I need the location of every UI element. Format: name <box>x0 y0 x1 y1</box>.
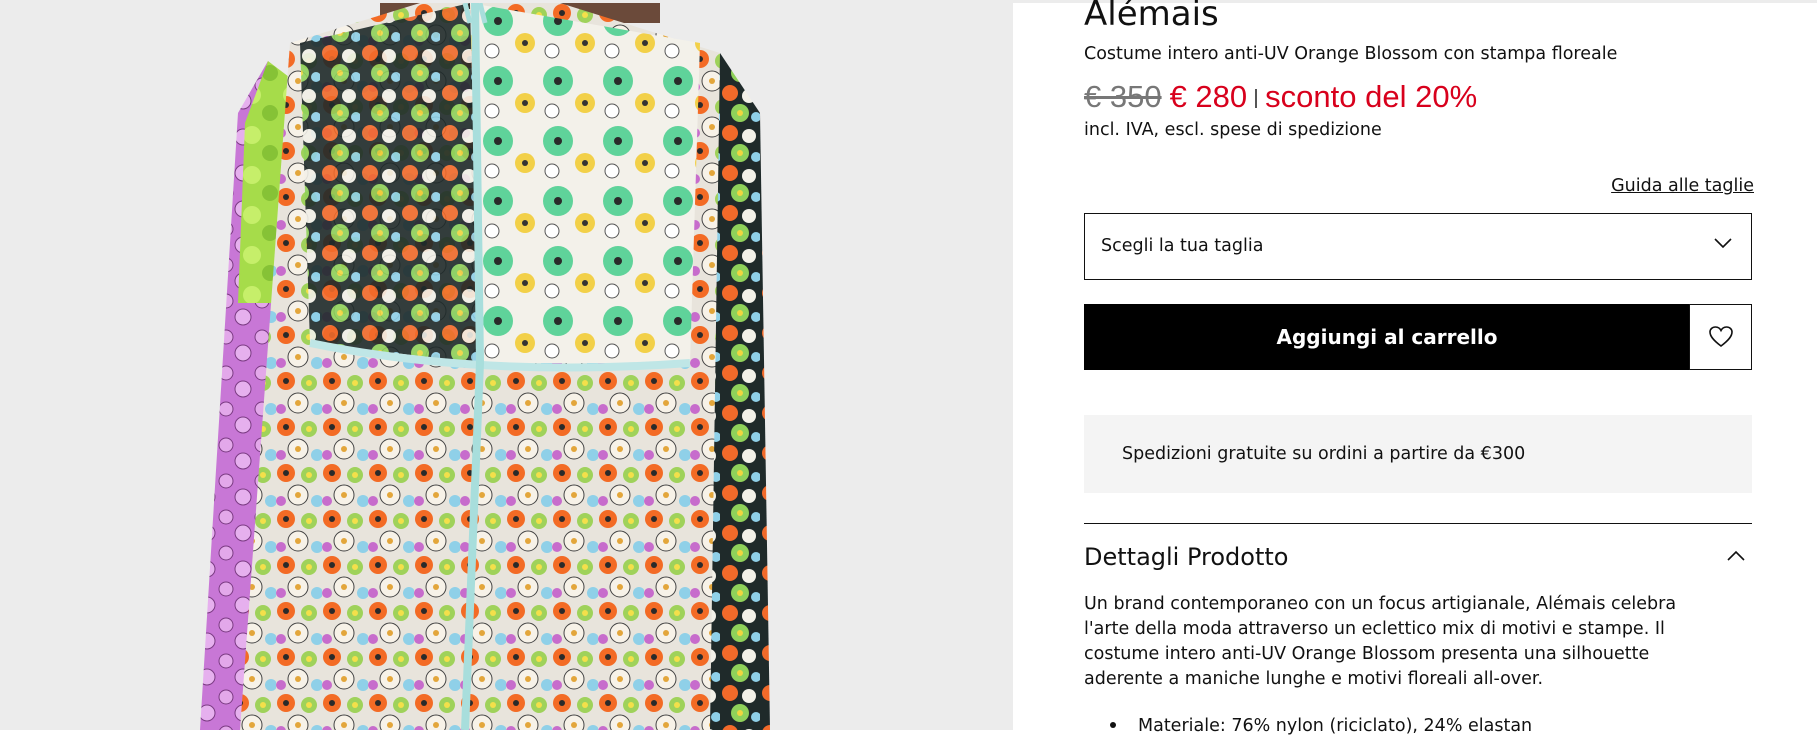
product-info-panel: Alémais Costume intero anti-UV Orange Bl… <box>1084 0 1754 736</box>
brand-name[interactable]: Alémais <box>1084 0 1219 36</box>
price-row: € 350 € 280 sconto del 20% <box>1084 78 1477 116</box>
discount-label: sconto del 20% <box>1265 79 1478 114</box>
size-selector-label: Scegli la tua taglia <box>1101 236 1264 256</box>
sale-price: € 280 <box>1169 79 1248 114</box>
product-image <box>0 3 1013 730</box>
bullet-dot <box>1110 722 1116 728</box>
details-list-item: Materiale: 76% nylon (riciclato), 24% el… <box>1084 714 1532 738</box>
product-title: Costume intero anti-UV Orange Blossom co… <box>1084 44 1618 64</box>
shipping-banner: Spedizioni gratuite su ordini a partire … <box>1084 415 1752 493</box>
tax-note: incl. IVA, escl. spese di spedizione <box>1084 120 1382 140</box>
size-guide-link[interactable]: Guida alle taglie <box>1611 174 1754 198</box>
add-to-cart-button[interactable]: Aggiungi al carrello <box>1084 304 1690 370</box>
size-selector[interactable]: Scegli la tua taglia <box>1084 213 1752 280</box>
shipping-text: Spedizioni gratuite su ordini a partire … <box>1122 444 1526 464</box>
chevron-down-icon <box>1714 238 1732 249</box>
heart-icon <box>1708 326 1733 348</box>
original-price: € 350 <box>1084 79 1162 114</box>
product-image-gallery[interactable] <box>0 3 1013 730</box>
material-text: Materiale: 76% nylon (riciclato), 24% el… <box>1138 716 1533 736</box>
wishlist-button[interactable] <box>1689 304 1752 370</box>
product-description: Un brand contemporaneo con un focus arti… <box>1084 594 1677 689</box>
product-details-toggle[interactable]: Dettagli Prodotto <box>1084 541 1288 573</box>
section-divider <box>1084 523 1752 524</box>
price-separator <box>1255 89 1258 108</box>
chevron-up-icon[interactable] <box>1726 549 1746 563</box>
